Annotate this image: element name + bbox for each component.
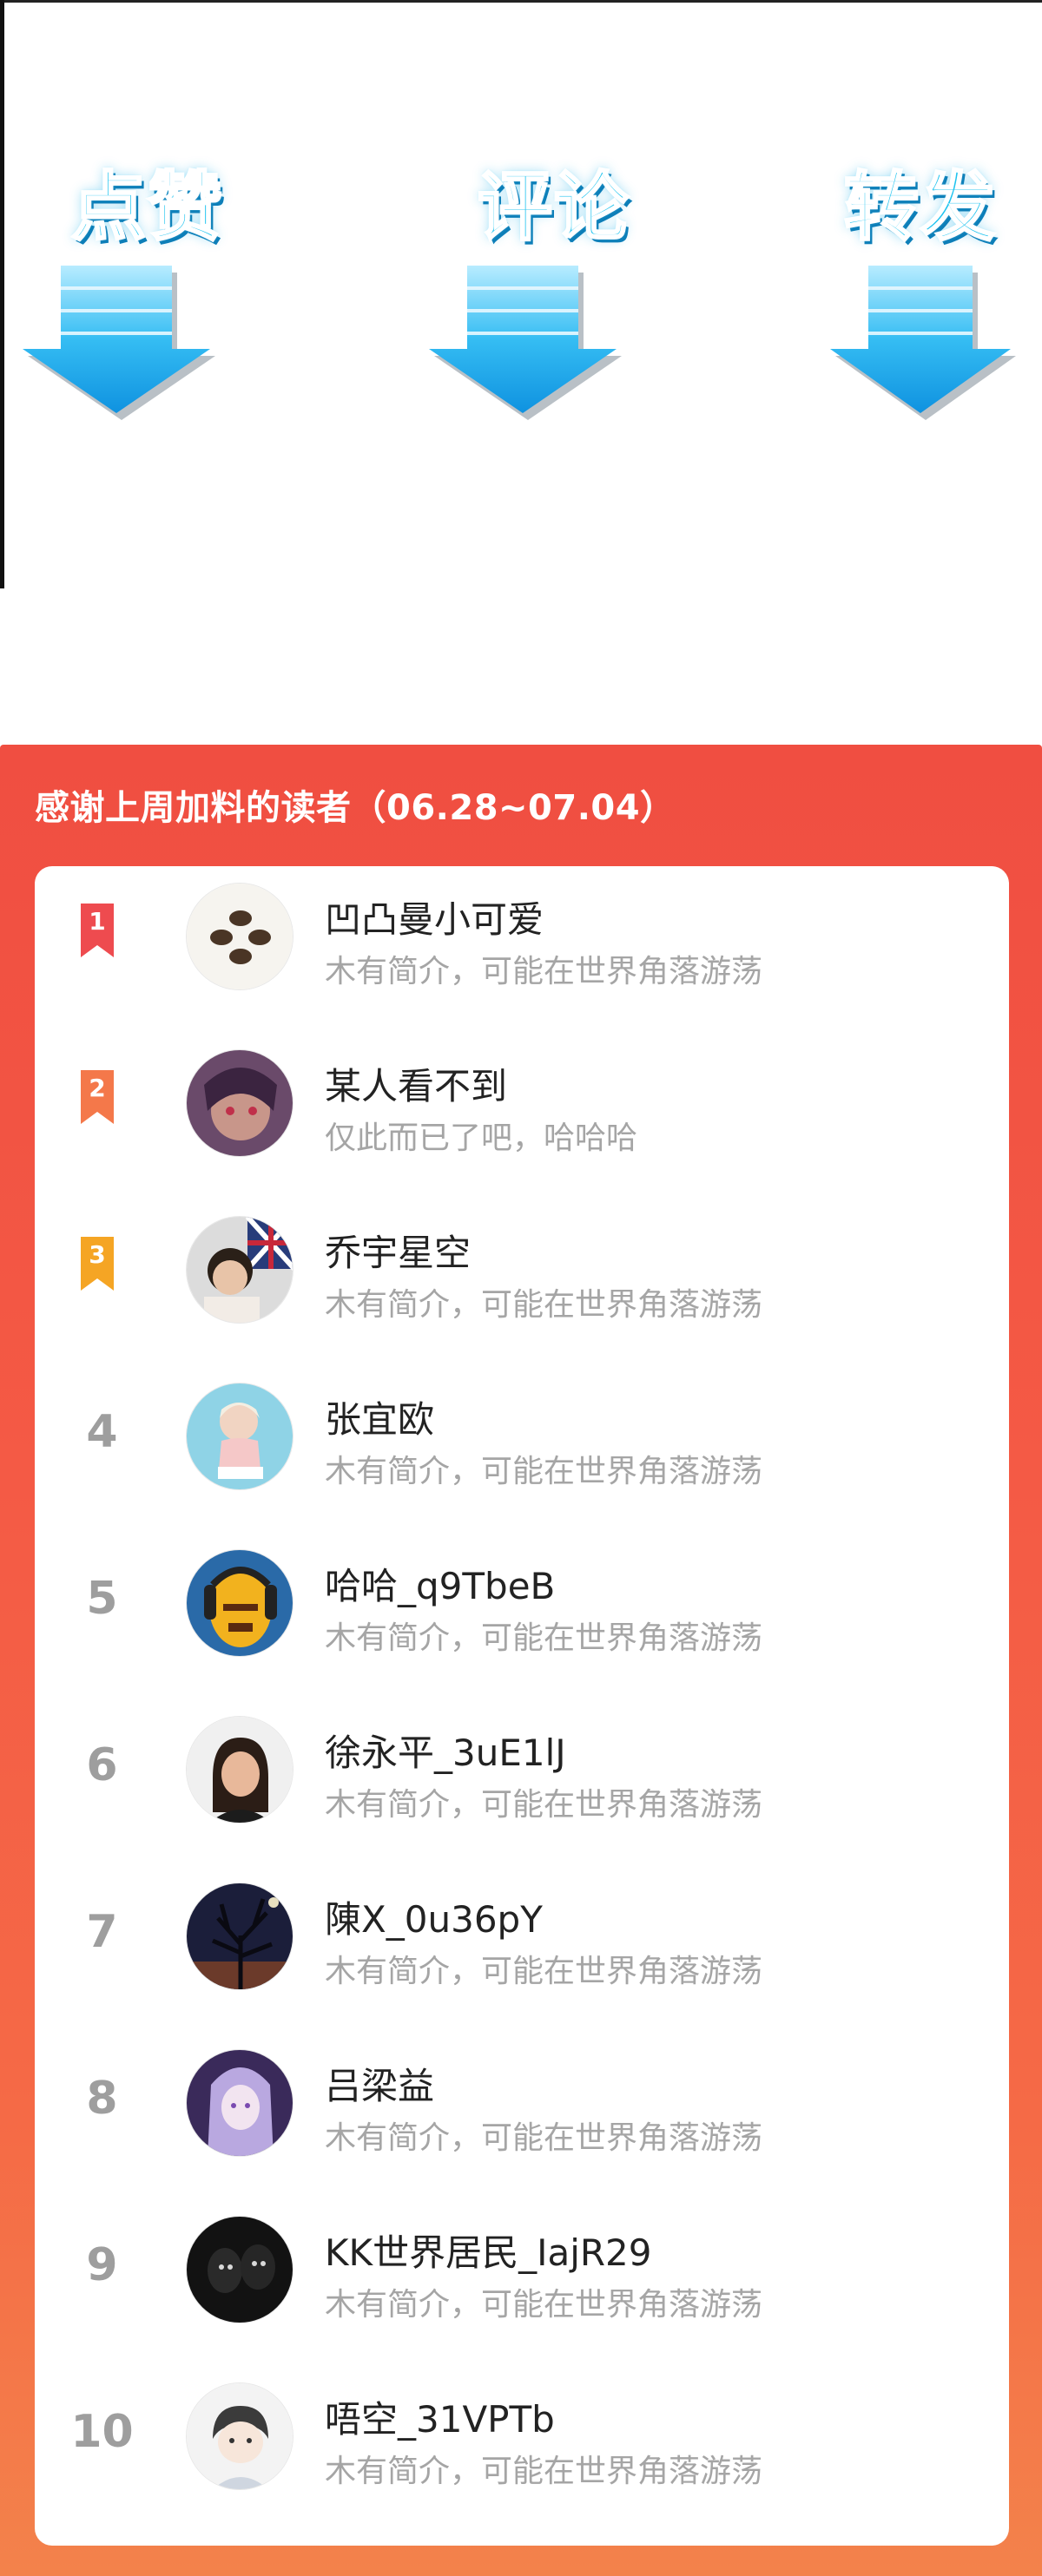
rank-number: 7: [86, 1906, 118, 1958]
avatar[interactable]: [186, 1383, 293, 1490]
down-arrow-icon: [23, 266, 215, 420]
comment-label[interactable]: 评论: [424, 146, 684, 254]
reader-name[interactable]: 徐永平_3uE1lJ: [325, 1724, 566, 1777]
rank-number: 5: [86, 1573, 118, 1625]
rank-number: 2: [89, 1074, 106, 1102]
leaderboard-panel: 感谢上周加料的读者（06.28~07.04） 1 凹凸曼小可爱 木有简介，可能在…: [0, 745, 1042, 2576]
reader-row-5[interactable]: 5 哈哈_q9TbeB 木有简介，可能在世界角落游荡: [35, 1533, 1009, 1699]
rank-badge-2: 2: [81, 1070, 114, 1124]
avatar[interactable]: [186, 1049, 293, 1157]
reader-bio: 木有简介，可能在世界角落游荡: [325, 1787, 763, 1823]
reader-name[interactable]: 张宜欧: [325, 1390, 434, 1443]
reader-bio: 木有简介，可能在世界角落游荡: [325, 1620, 763, 1656]
reader-row-8[interactable]: 8 吕梁益 木有简介，可能在世界角落游荡: [35, 2033, 1009, 2199]
reader-bio: 木有简介，可能在世界角落游荡: [325, 1287, 763, 1323]
rank-badge-3: 3: [81, 1237, 114, 1291]
reader-row-4[interactable]: 4 张宜欧 木有简介，可能在世界角落游荡: [35, 1366, 1009, 1533]
rank-number: 3: [89, 1240, 106, 1269]
rank-number: 9: [86, 2239, 118, 2291]
reader-name[interactable]: 唔空_31VPTb: [325, 2390, 555, 2443]
reader-bio: 木有简介，可能在世界角落游荡: [325, 2120, 763, 2156]
page: 点赞 评论 转发 感谢上周加料的读者（06.28~07.04） 1 凹凸曼小可爱…: [0, 0, 1042, 2576]
reader-row-9[interactable]: 9 KK世界居民_IajR29 木有简介，可能在世界角落游荡: [35, 2199, 1009, 2366]
reader-name[interactable]: KK世界居民_IajR29: [325, 2224, 652, 2277]
share-action[interactable]: 转发: [764, 0, 1025, 608]
left-edge-bar: [0, 0, 4, 588]
rank-number: 6: [86, 1739, 118, 1791]
reader-name[interactable]: 陳X_0u36pY: [325, 1890, 543, 1943]
reader-row-6[interactable]: 6 徐永平_3uE1lJ 木有简介，可能在世界角落游荡: [35, 1699, 1009, 1866]
avatar[interactable]: [186, 883, 293, 990]
reader-row-10[interactable]: 10 唔空_31VPTb 木有简介，可能在世界角落游荡: [35, 2366, 1009, 2533]
leaderboard-title: 感谢上周加料的读者（06.28~07.04）: [35, 788, 676, 828]
rank-number: 8: [86, 2073, 118, 2125]
reader-name[interactable]: 凹凸曼小可爱: [325, 890, 544, 943]
like-label[interactable]: 点赞: [17, 146, 278, 254]
reader-row-7[interactable]: 7 陳X_0u36pY 木有简介，可能在世界角落游荡: [35, 1866, 1009, 2033]
reader-row-3[interactable]: 3 乔宇星空 木有简介，可能在世界角落游荡: [35, 1199, 1009, 1366]
reader-bio: 仅此而已了吧，哈哈哈: [325, 1120, 638, 1156]
rank-badge-1: 1: [81, 904, 114, 957]
rank-number: 4: [86, 1406, 118, 1458]
comment-action[interactable]: 评论: [398, 0, 658, 608]
rank-number: 1: [89, 907, 106, 936]
reader-bio: 木有简介，可能在世界角落游荡: [325, 2454, 763, 2489]
avatar[interactable]: [186, 1883, 293, 1990]
avatar[interactable]: [186, 1549, 293, 1657]
reader-bio: 木有简介，可能在世界角落游荡: [325, 2287, 763, 2323]
reader-bio: 木有简介，可能在世界角落游荡: [325, 954, 763, 989]
down-arrow-icon: [429, 266, 622, 420]
reader-row-1[interactable]: 1 凹凸曼小可爱 木有简介，可能在世界角落游荡: [35, 866, 1009, 1033]
reader-name[interactable]: 吕梁益: [325, 2057, 434, 2110]
reader-row-2[interactable]: 2 某人看不到 仅此而已了吧，哈哈哈: [35, 1033, 1009, 1199]
avatar[interactable]: [186, 1216, 293, 1324]
avatar[interactable]: [186, 1716, 293, 1824]
like-action[interactable]: 点赞: [17, 0, 278, 608]
leaderboard-card: 1 凹凸曼小可爱 木有简介，可能在世界角落游荡 2 某人看不到 仅此而已了吧，哈…: [35, 866, 1009, 2546]
reader-bio: 木有简介，可能在世界角落游荡: [325, 1954, 763, 1989]
avatar[interactable]: [186, 2216, 293, 2323]
down-arrow-icon: [830, 266, 1016, 420]
reader-name[interactable]: 某人看不到: [325, 1057, 507, 1110]
avatar[interactable]: [186, 2049, 293, 2157]
avatar[interactable]: [186, 2382, 293, 2490]
reader-name[interactable]: 乔宇星空: [325, 1224, 471, 1277]
rank-number: 10: [70, 2406, 134, 2458]
reader-bio: 木有简介，可能在世界角落游荡: [325, 1454, 763, 1489]
share-label[interactable]: 转发: [790, 146, 1042, 254]
reader-name[interactable]: 哈哈_q9TbeB: [325, 1557, 555, 1610]
